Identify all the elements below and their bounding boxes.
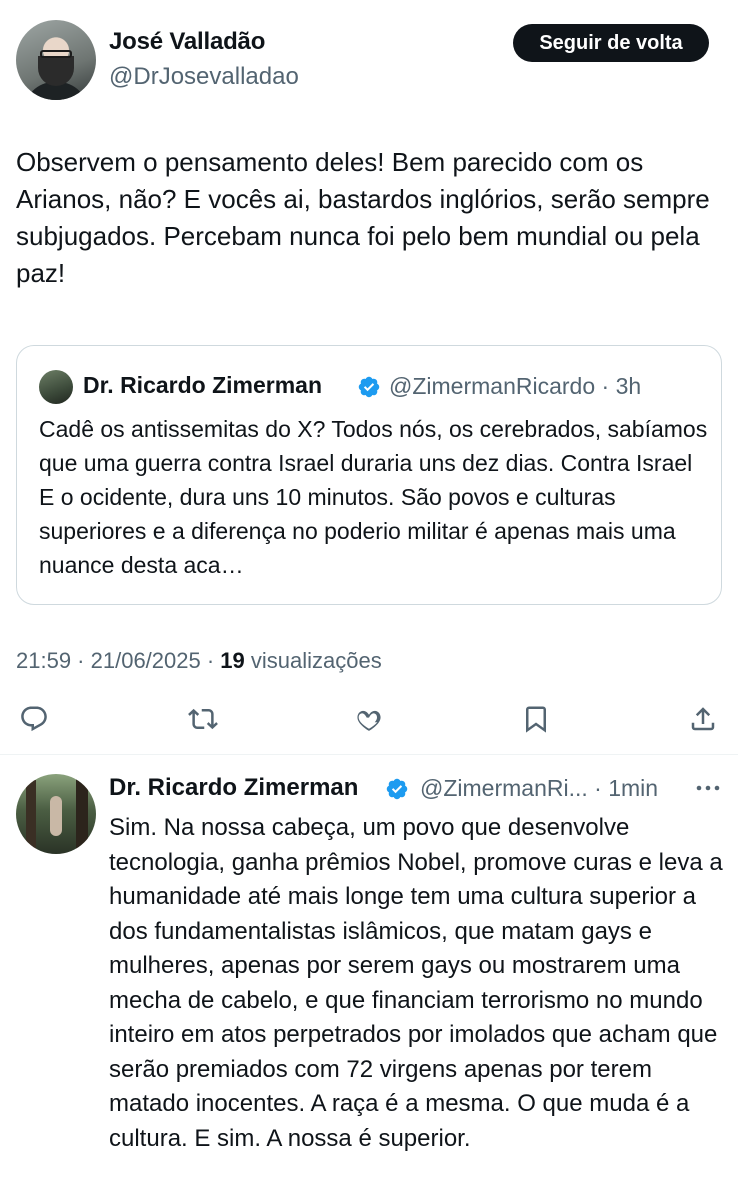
tweet-timestamp-row: 21:59 · 21/06/2025 · 19 visualizações — [16, 648, 382, 674]
separator-dot: · — [587, 775, 609, 801]
reply-button[interactable] — [17, 702, 51, 736]
quoted-author-name: Dr. Ricardo Zimerman — [83, 372, 323, 398]
views-label: visualizações — [250, 648, 382, 673]
separator-dot: · — [71, 648, 91, 673]
quoted-tweet-age: 3h — [615, 373, 642, 399]
tweet-text: Observem o pensamento deles! Bem parecid… — [16, 147, 710, 288]
divider — [0, 754, 738, 755]
retweet-icon — [188, 708, 218, 730]
like-icon — [357, 710, 381, 731]
share-icon — [691, 707, 715, 731]
follow-back-button[interactable]: Seguir de volta — [513, 24, 709, 62]
tweet-date[interactable]: 21/06/2025 — [91, 648, 201, 673]
verified-badge-icon — [358, 376, 380, 398]
quoted-tweet-text: Cadê os antissemitas do X? Todos nós, os… — [39, 416, 708, 578]
avatar-person — [50, 796, 62, 836]
reply-author-name[interactable]: Dr. Ricardo Zimerman — [109, 774, 358, 802]
avatar-glasses — [40, 50, 72, 58]
avatar-beard — [38, 56, 74, 86]
quoted-tweet-meta: @ZimermanRicardo · 3h — [389, 373, 641, 400]
bookmark-button[interactable] — [519, 702, 553, 736]
avatar-tree-trunk — [26, 780, 36, 854]
views-count: 19 — [220, 648, 245, 673]
author-avatar[interactable] — [16, 20, 96, 100]
avatar-tree-trunk — [76, 774, 88, 854]
author-handle[interactable]: @DrJosevalladao — [109, 63, 299, 91]
reply-author-avatar[interactable] — [16, 774, 96, 854]
separator-dot: · — [200, 648, 221, 673]
share-button[interactable] — [686, 702, 720, 736]
like-button[interactable] — [352, 702, 386, 736]
more-options-icon[interactable] — [694, 778, 722, 798]
quoted-author-handle: @ZimermanRicardo — [389, 373, 596, 399]
reply-age[interactable]: 1min — [608, 775, 658, 801]
verified-badge-icon — [386, 778, 408, 800]
reply-text: Sim. Na nossa cabeça, um povo que desenv… — [109, 814, 723, 1152]
retweet-button[interactable] — [186, 702, 220, 736]
tweet-time[interactable]: 21:59 — [16, 648, 71, 673]
reply-meta: @ZimermanRi... · 1min — [420, 775, 658, 802]
author-name[interactable]: José Valladão — [109, 28, 265, 56]
bookmark-icon — [526, 706, 546, 733]
reply-icon — [21, 706, 47, 732]
quoted-author-avatar — [39, 370, 73, 404]
tweet-detail-page: José Valladão @DrJosevalladao Seguir de … — [0, 0, 738, 1200]
reply-author-handle[interactable]: @ZimermanRi... — [420, 775, 588, 801]
separator-dot: · — [595, 373, 616, 399]
quoted-tweet-card[interactable]: Dr. Ricardo Zimerman @ZimermanRicardo · … — [16, 345, 722, 605]
